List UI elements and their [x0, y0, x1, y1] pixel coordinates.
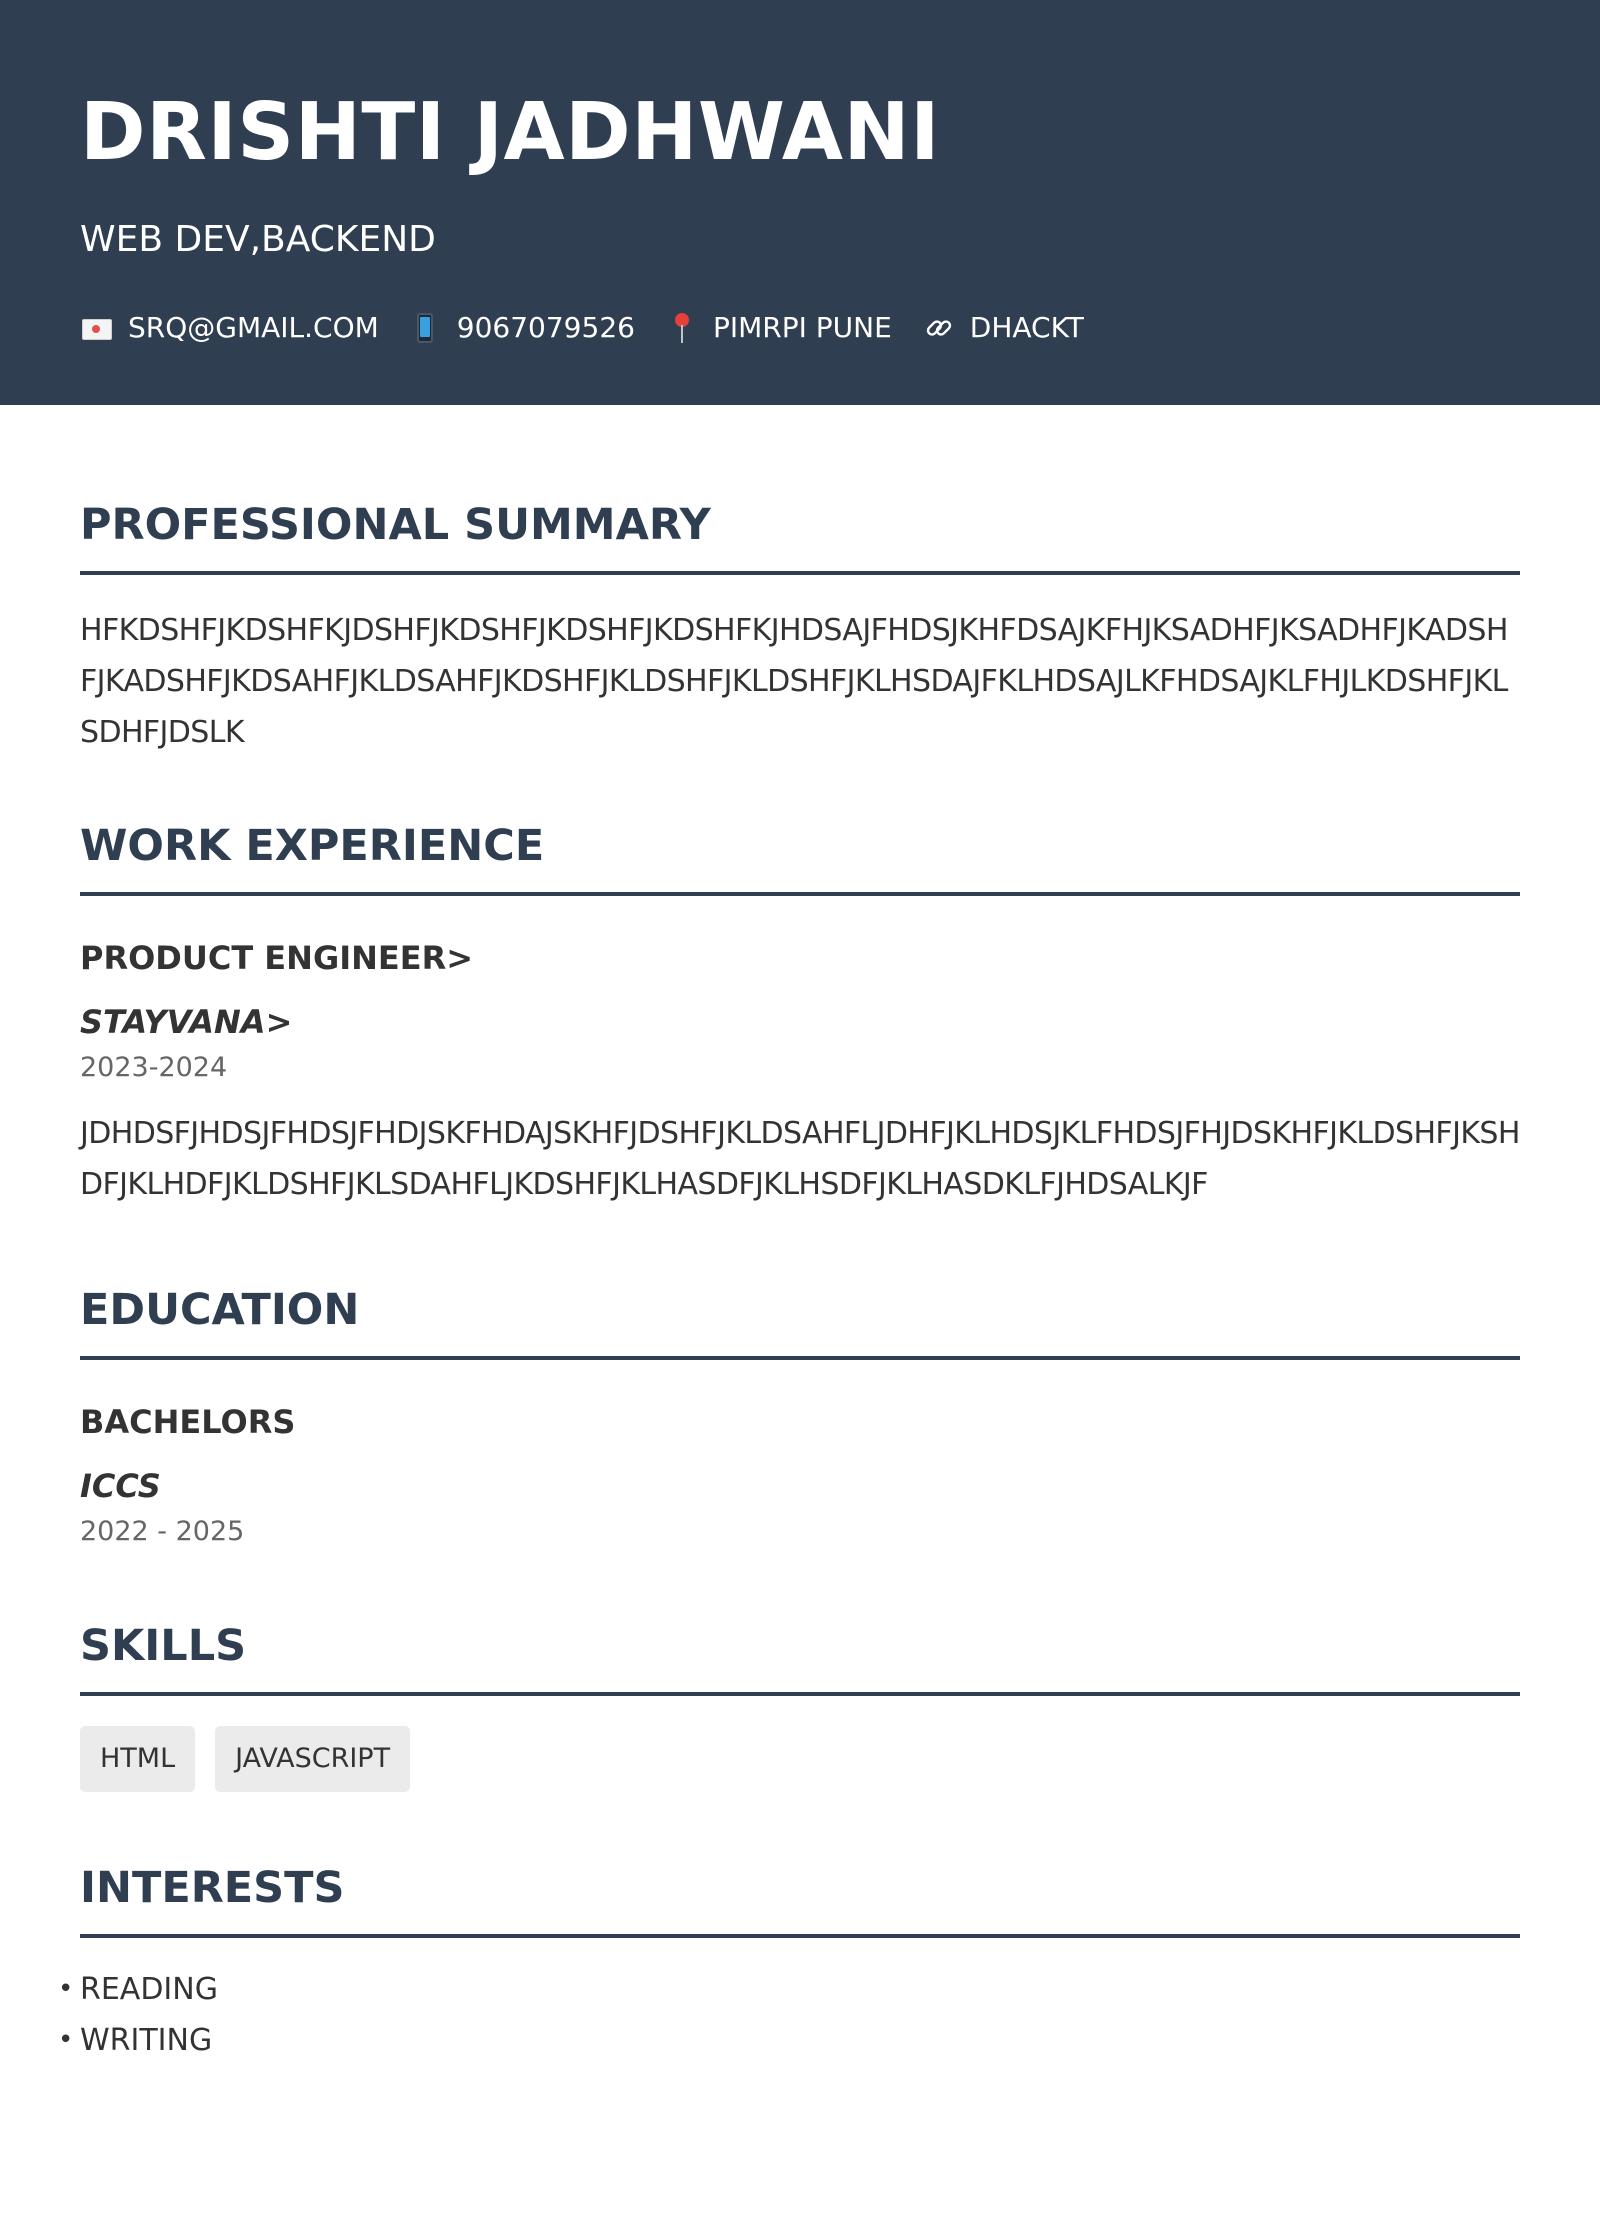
contact-email: SRQ@GMAIL.COM [80, 310, 379, 346]
experience-section: WORK EXPERIENCE PRODUCT ENGINEER> STAYVA… [80, 820, 1520, 1210]
skills-list: HTML JAVASCRIPT [80, 1726, 1520, 1792]
skills-heading: SKILLS [80, 1621, 247, 1671]
section-divider [80, 1934, 1520, 1938]
section-divider [80, 571, 1520, 575]
interests-section: INTERESTS READING WRITING [58, 1862, 1520, 2066]
contact-phone-text: 9067079526 [456, 311, 635, 344]
resume-page: DRISHTI JADHWANI WEB DEV,BACKEND SRQ@GMA… [0, 0, 1600, 2216]
education-item: BACHELORS ICCS 2022 - 2025 [80, 1402, 1520, 1550]
contact-row: SRQ@GMAIL.COM 9067079526 PIMRPI PUNE DHA… [80, 310, 1520, 346]
location-pin-icon [665, 311, 699, 345]
job-company: STAYVANA> [80, 1003, 293, 1041]
contact-location-text: PIMRPI PUNE [712, 311, 892, 344]
job-role: PRODUCT ENGINEER> [80, 939, 474, 977]
experience-item: PRODUCT ENGINEER> STAYVANA> 2023-2024 JD… [80, 938, 1520, 1210]
resume-header: DRISHTI JADHWANI WEB DEV,BACKEND SRQ@GMA… [0, 0, 1600, 405]
education-degree: BACHELORS [80, 1403, 296, 1441]
interests-heading: INTERESTS [80, 1863, 345, 1913]
contact-link-text[interactable]: DHACKT [970, 310, 1084, 346]
link-icon [922, 311, 956, 345]
summary-heading: PROFESSIONAL SUMMARY [80, 500, 711, 550]
mobile-phone-icon [409, 311, 443, 345]
education-heading: EDUCATION [80, 1285, 360, 1335]
education-section: EDUCATION BACHELORS ICCS 2022 - 2025 [80, 1284, 1520, 1550]
list-item: WRITING [58, 2015, 1520, 2066]
envelope-icon [80, 311, 114, 345]
section-divider [80, 1692, 1520, 1696]
resume-body: PROFESSIONAL SUMMARY HFKDSHFJKDSHFKJDSHF… [0, 499, 1600, 2066]
summary-text: HFKDSHFJKDSHFKJDSHFJKDSHFJKDSHFJKDSHFKJH… [80, 613, 1508, 750]
experience-heading: WORK EXPERIENCE [80, 821, 545, 871]
job-description: JDHDSFJHDSJFHDSJFHDJSKFHDAJSKHFJDSHFJKLD… [80, 1116, 1520, 1202]
contact-email-text: SRQ@GMAIL.COM [128, 311, 379, 344]
interests-list: READING WRITING [58, 1964, 1520, 2066]
job-dates: 2023-2024 [80, 1052, 228, 1083]
education-dates: 2022 - 2025 [80, 1516, 245, 1547]
contact-location: PIMRPI PUNE [665, 310, 892, 346]
contact-phone: 9067079526 [409, 310, 635, 346]
list-item: READING [58, 1964, 1520, 2015]
candidate-name: DRISHTI JADHWANI [80, 86, 941, 178]
skill-chip: HTML [80, 1726, 196, 1792]
skills-section: SKILLS HTML JAVASCRIPT [80, 1620, 1520, 1792]
section-divider [80, 1356, 1520, 1360]
summary-section: PROFESSIONAL SUMMARY HFKDSHFJKDSHFKJDSHF… [80, 499, 1520, 758]
candidate-headline: WEB DEV,BACKEND [80, 219, 436, 260]
skill-chip: JAVASCRIPT [215, 1726, 411, 1792]
contact-link[interactable]: DHACKT [922, 310, 1084, 346]
education-school: ICCS [80, 1467, 161, 1505]
section-divider [80, 892, 1520, 896]
